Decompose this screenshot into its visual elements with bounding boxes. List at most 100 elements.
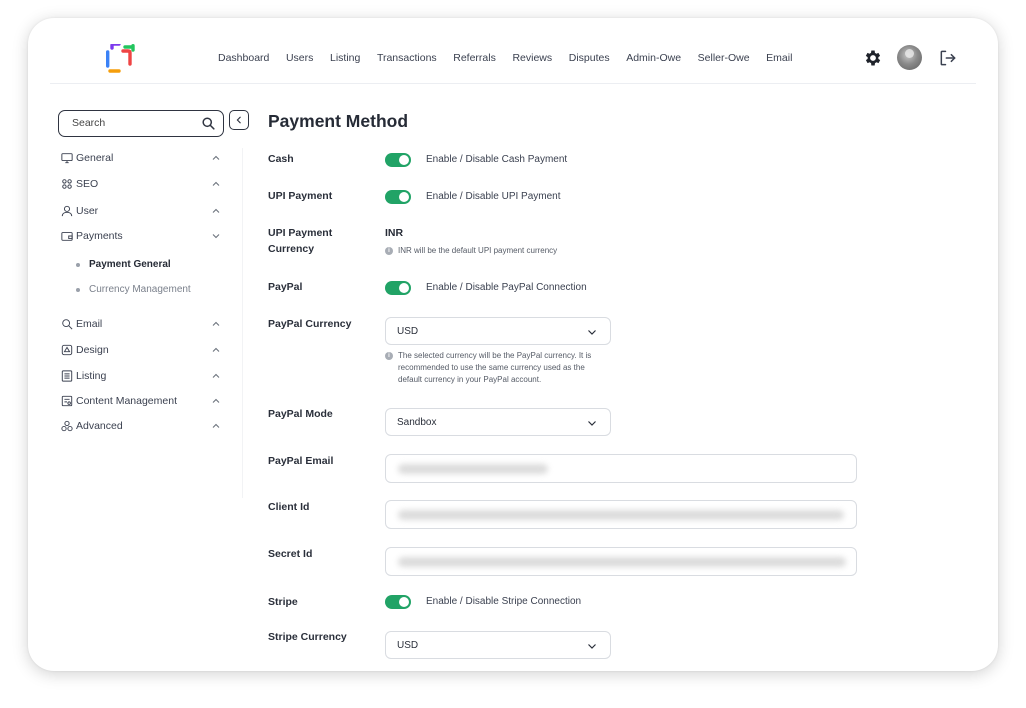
sidebar-item-label: Email (76, 318, 103, 330)
sidebar-item-label: Payments (76, 230, 123, 242)
select-value: USD (397, 326, 419, 337)
chevron-left-icon (236, 116, 241, 124)
nav-dashboard[interactable]: Dashboard (218, 52, 269, 64)
client-id-input[interactable] (385, 500, 857, 529)
chevron-down-icon (588, 330, 596, 335)
sidebar-item-listing[interactable]: Listing (61, 368, 221, 384)
paypal-email-label: PayPal Email (268, 455, 334, 467)
stripe-label: Stripe (268, 596, 298, 608)
select-value: Sandbox (397, 417, 437, 428)
wallet-icon (61, 232, 73, 241)
nav-referrals[interactable]: Referrals (453, 52, 496, 64)
collapse-sidebar-button[interactable] (229, 110, 249, 130)
sidebar-item-user[interactable]: User (61, 203, 221, 219)
sidebar-divider (242, 148, 243, 498)
top-navigation-bar: Dashboard Users Listing Transactions Ref… (50, 18, 976, 84)
hint-line: recommended to use the same currency use… (398, 362, 585, 372)
nav-listing[interactable]: Listing (330, 52, 360, 64)
sidebar-item-email[interactable]: Email (61, 316, 221, 332)
sidebar-item-label: SEO (76, 178, 99, 190)
chevron-up-icon[interactable] (211, 153, 221, 163)
upi-label: UPI Payment (268, 190, 333, 202)
client-id-label: Client Id (268, 501, 310, 513)
paypal-toggle[interactable] (385, 281, 411, 295)
upi-currency-value: INR (385, 227, 404, 239)
cash-label: Cash (268, 153, 294, 165)
paypal-label: PayPal (268, 281, 303, 293)
stripe-currency-select[interactable]: USD (385, 631, 611, 659)
page-title: Payment Method (268, 111, 409, 131)
upi-currency-hint: i INR will be the default UPI payment cu… (385, 245, 557, 257)
chevron-up-icon[interactable] (211, 371, 221, 381)
upi-currency-label-line1: UPI Payment (268, 227, 333, 239)
subitem-label: Payment General (89, 259, 171, 270)
logout-icon[interactable] (938, 48, 958, 68)
cash-toggle[interactable] (385, 153, 411, 167)
sidebar-subitem-payment-general[interactable]: Payment General (76, 259, 171, 270)
gear-icon[interactable] (863, 48, 883, 68)
bullet-icon (76, 262, 80, 267)
design-icon (61, 344, 73, 356)
select-value: USD (397, 640, 419, 651)
nav-admin-owe[interactable]: Admin-Owe (626, 52, 681, 64)
user-avatar[interactable] (897, 45, 922, 70)
search-input[interactable] (72, 117, 192, 129)
sidebar-item-design[interactable]: Design (61, 342, 221, 358)
paypal-email-input[interactable] (385, 454, 857, 483)
upi-toggle[interactable] (385, 190, 411, 204)
paypal-currency-select[interactable]: USD (385, 317, 611, 345)
secret-id-label: Secret Id (268, 548, 313, 560)
paypal-currency-hint: i The selected currency will be the PayP… (385, 350, 591, 385)
sidebar-item-label: Listing (76, 370, 107, 382)
redacted-value (398, 510, 844, 520)
chevron-up-icon[interactable] (211, 421, 221, 431)
paypal-toggle-text: Enable / Disable PayPal Connection (426, 282, 587, 293)
sidebar-item-general[interactable]: General (61, 150, 221, 166)
chevron-up-icon[interactable] (211, 319, 221, 329)
listing-icon (61, 370, 73, 382)
chevron-down-icon[interactable] (211, 231, 221, 241)
paypal-mode-label: PayPal Mode (268, 408, 333, 420)
sidebar-item-seo[interactable]: SEO (61, 176, 221, 192)
chevron-up-icon[interactable] (211, 206, 221, 216)
seo-icon (62, 179, 72, 189)
sidebar-subitem-currency-management[interactable]: Currency Management (76, 284, 191, 295)
sidebar-item-label: User (76, 205, 99, 217)
hint-line: default currency in your PayPal account. (398, 374, 542, 384)
sidebar-item-label: General (76, 152, 114, 164)
user-icon (61, 205, 73, 217)
nav-reviews[interactable]: Reviews (512, 52, 552, 64)
search-icon[interactable] (201, 116, 216, 131)
hint-text: INR will be the default UPI payment curr… (398, 246, 558, 255)
nav-seller-owe[interactable]: Seller-Owe (698, 52, 750, 64)
subitem-label: Currency Management (89, 284, 191, 295)
secret-id-input[interactable] (385, 547, 857, 576)
advanced-icon (61, 420, 73, 432)
info-icon: i (385, 247, 393, 255)
sidebar-item-payments[interactable]: Payments (61, 228, 221, 244)
sidebar-item-advanced[interactable]: Advanced (61, 418, 221, 434)
redacted-value (398, 557, 846, 567)
paypal-currency-label: PayPal Currency (268, 318, 352, 330)
chevron-up-icon[interactable] (211, 345, 221, 355)
nav-disputes[interactable]: Disputes (569, 52, 610, 64)
nav-email[interactable]: Email (766, 52, 792, 64)
chevron-up-icon[interactable] (211, 179, 221, 189)
top-actions (863, 45, 958, 70)
chevron-up-icon[interactable] (211, 396, 221, 406)
upi-currency-label-line2: Currency (268, 243, 315, 255)
stripe-toggle-text: Enable / Disable Stripe Connection (426, 596, 582, 607)
email-icon (62, 319, 73, 330)
app-logo[interactable] (106, 44, 136, 76)
paypal-mode-select[interactable]: Sandbox (385, 408, 611, 436)
upi-toggle-text: Enable / Disable UPI Payment (426, 191, 561, 202)
sidebar-item-content-management[interactable]: Content Management (61, 393, 221, 409)
monitor-icon (61, 153, 73, 164)
nav-transactions[interactable]: Transactions (377, 52, 437, 64)
hint-line: The selected currency will be the PayPal… (398, 351, 592, 360)
sidebar-item-label: Advanced (76, 420, 123, 432)
nav-users[interactable]: Users (286, 52, 313, 64)
stripe-toggle[interactable] (385, 595, 411, 609)
sidebar-search[interactable] (58, 110, 224, 137)
sidebar-item-label: Content Management (76, 395, 177, 407)
